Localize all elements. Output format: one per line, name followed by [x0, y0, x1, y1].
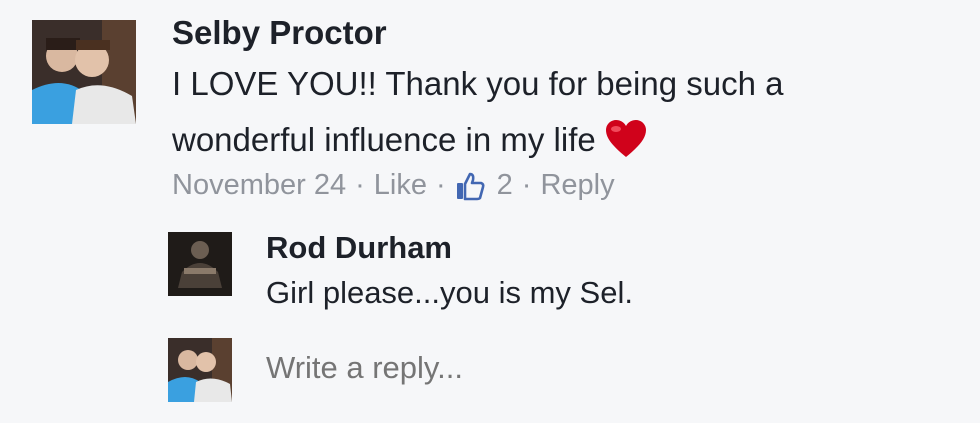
thumbs-up-icon[interactable] — [455, 171, 485, 201]
rod-durham-avatar[interactable] — [168, 232, 232, 296]
comment-meta: November 24 · Like · 2 · Reply — [172, 169, 615, 202]
reply-input[interactable] — [266, 350, 866, 386]
current-user-avatar — [168, 338, 232, 402]
separator: · — [435, 169, 446, 201]
heart-emoji-icon — [604, 119, 648, 159]
comment-author[interactable]: Selby Proctor — [172, 14, 387, 52]
comment-body: I LOVE YOU!! Thank you for being such a … — [172, 65, 784, 158]
reply-author[interactable]: Rod Durham — [266, 230, 452, 266]
separator: · — [521, 169, 532, 201]
separator: · — [355, 169, 365, 201]
comment-thread: Selby Proctor I LOVE YOU!! Thank you for… — [0, 0, 980, 423]
comment-text: I LOVE YOU!! Thank you for being such a … — [172, 56, 932, 168]
comment-date[interactable]: November 24 — [172, 169, 346, 202]
like-link[interactable]: Like — [374, 169, 427, 202]
selby-proctor-avatar[interactable] — [32, 20, 136, 124]
reply-link[interactable]: Reply — [540, 169, 614, 202]
like-count[interactable]: 2 — [497, 169, 513, 202]
reply-text: Girl please...you is my Sel. — [266, 275, 633, 310]
